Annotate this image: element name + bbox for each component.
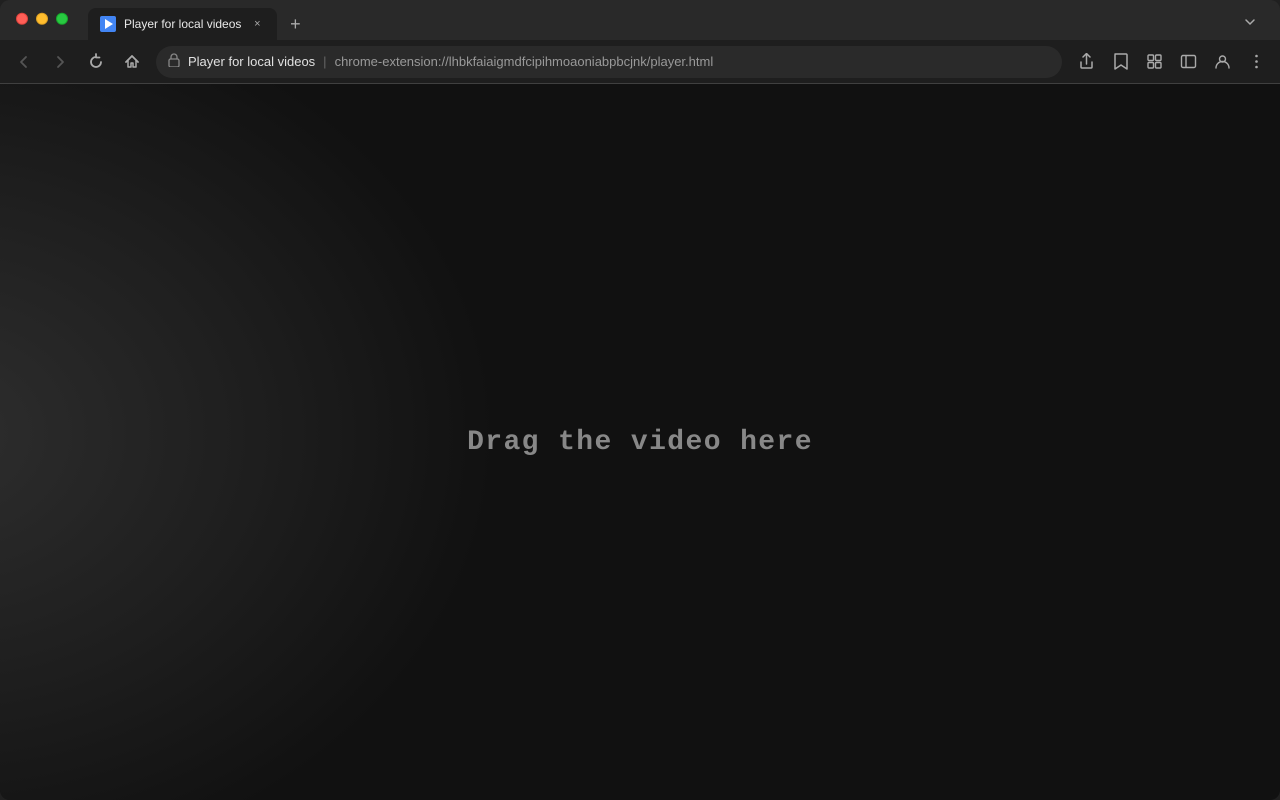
background-gradient bbox=[0, 84, 500, 800]
address-site-name: Player for local videos bbox=[188, 54, 315, 69]
tab-favicon bbox=[100, 16, 116, 32]
address-url: chrome-extension://lhbkfaiaigmdfcipihmoa… bbox=[335, 54, 1050, 69]
home-button[interactable] bbox=[116, 46, 148, 78]
tab-bar: Player for local videos × + bbox=[0, 0, 1280, 40]
tab-close-button[interactable]: × bbox=[249, 16, 265, 32]
forward-button[interactable] bbox=[44, 46, 76, 78]
address-divider: | bbox=[323, 54, 326, 69]
close-button[interactable] bbox=[16, 13, 28, 25]
tabs-container: Player for local videos × + bbox=[88, 6, 309, 40]
menu-button[interactable] bbox=[1240, 46, 1272, 78]
profile-button[interactable] bbox=[1206, 46, 1238, 78]
reload-button[interactable] bbox=[80, 46, 112, 78]
address-bar[interactable]: Player for local videos | chrome-extensi… bbox=[156, 46, 1062, 78]
sidebar-button[interactable] bbox=[1172, 46, 1204, 78]
content-area: Drag the video here bbox=[0, 84, 1280, 800]
extensions-button[interactable] bbox=[1138, 46, 1170, 78]
new-tab-button[interactable]: + bbox=[281, 10, 309, 38]
search-tabs-button[interactable] bbox=[1236, 8, 1264, 36]
browser-frame: Player for local videos × + bbox=[0, 0, 1280, 800]
lock-icon bbox=[168, 53, 180, 70]
tab-bar-right bbox=[1236, 8, 1272, 40]
maximize-button[interactable] bbox=[56, 13, 68, 25]
active-tab[interactable]: Player for local videos × bbox=[88, 8, 277, 40]
nav-right-buttons bbox=[1070, 46, 1272, 78]
window-controls bbox=[8, 13, 76, 25]
nav-bar: Player for local videos | chrome-extensi… bbox=[0, 40, 1280, 84]
bookmark-button[interactable] bbox=[1104, 46, 1136, 78]
back-button[interactable] bbox=[8, 46, 40, 78]
tab-title: Player for local videos bbox=[124, 17, 241, 31]
minimize-button[interactable] bbox=[36, 13, 48, 25]
video-drop-area[interactable]: Drag the video here bbox=[0, 84, 1280, 800]
share-button[interactable] bbox=[1070, 46, 1102, 78]
drop-text: Drag the video here bbox=[467, 427, 813, 458]
